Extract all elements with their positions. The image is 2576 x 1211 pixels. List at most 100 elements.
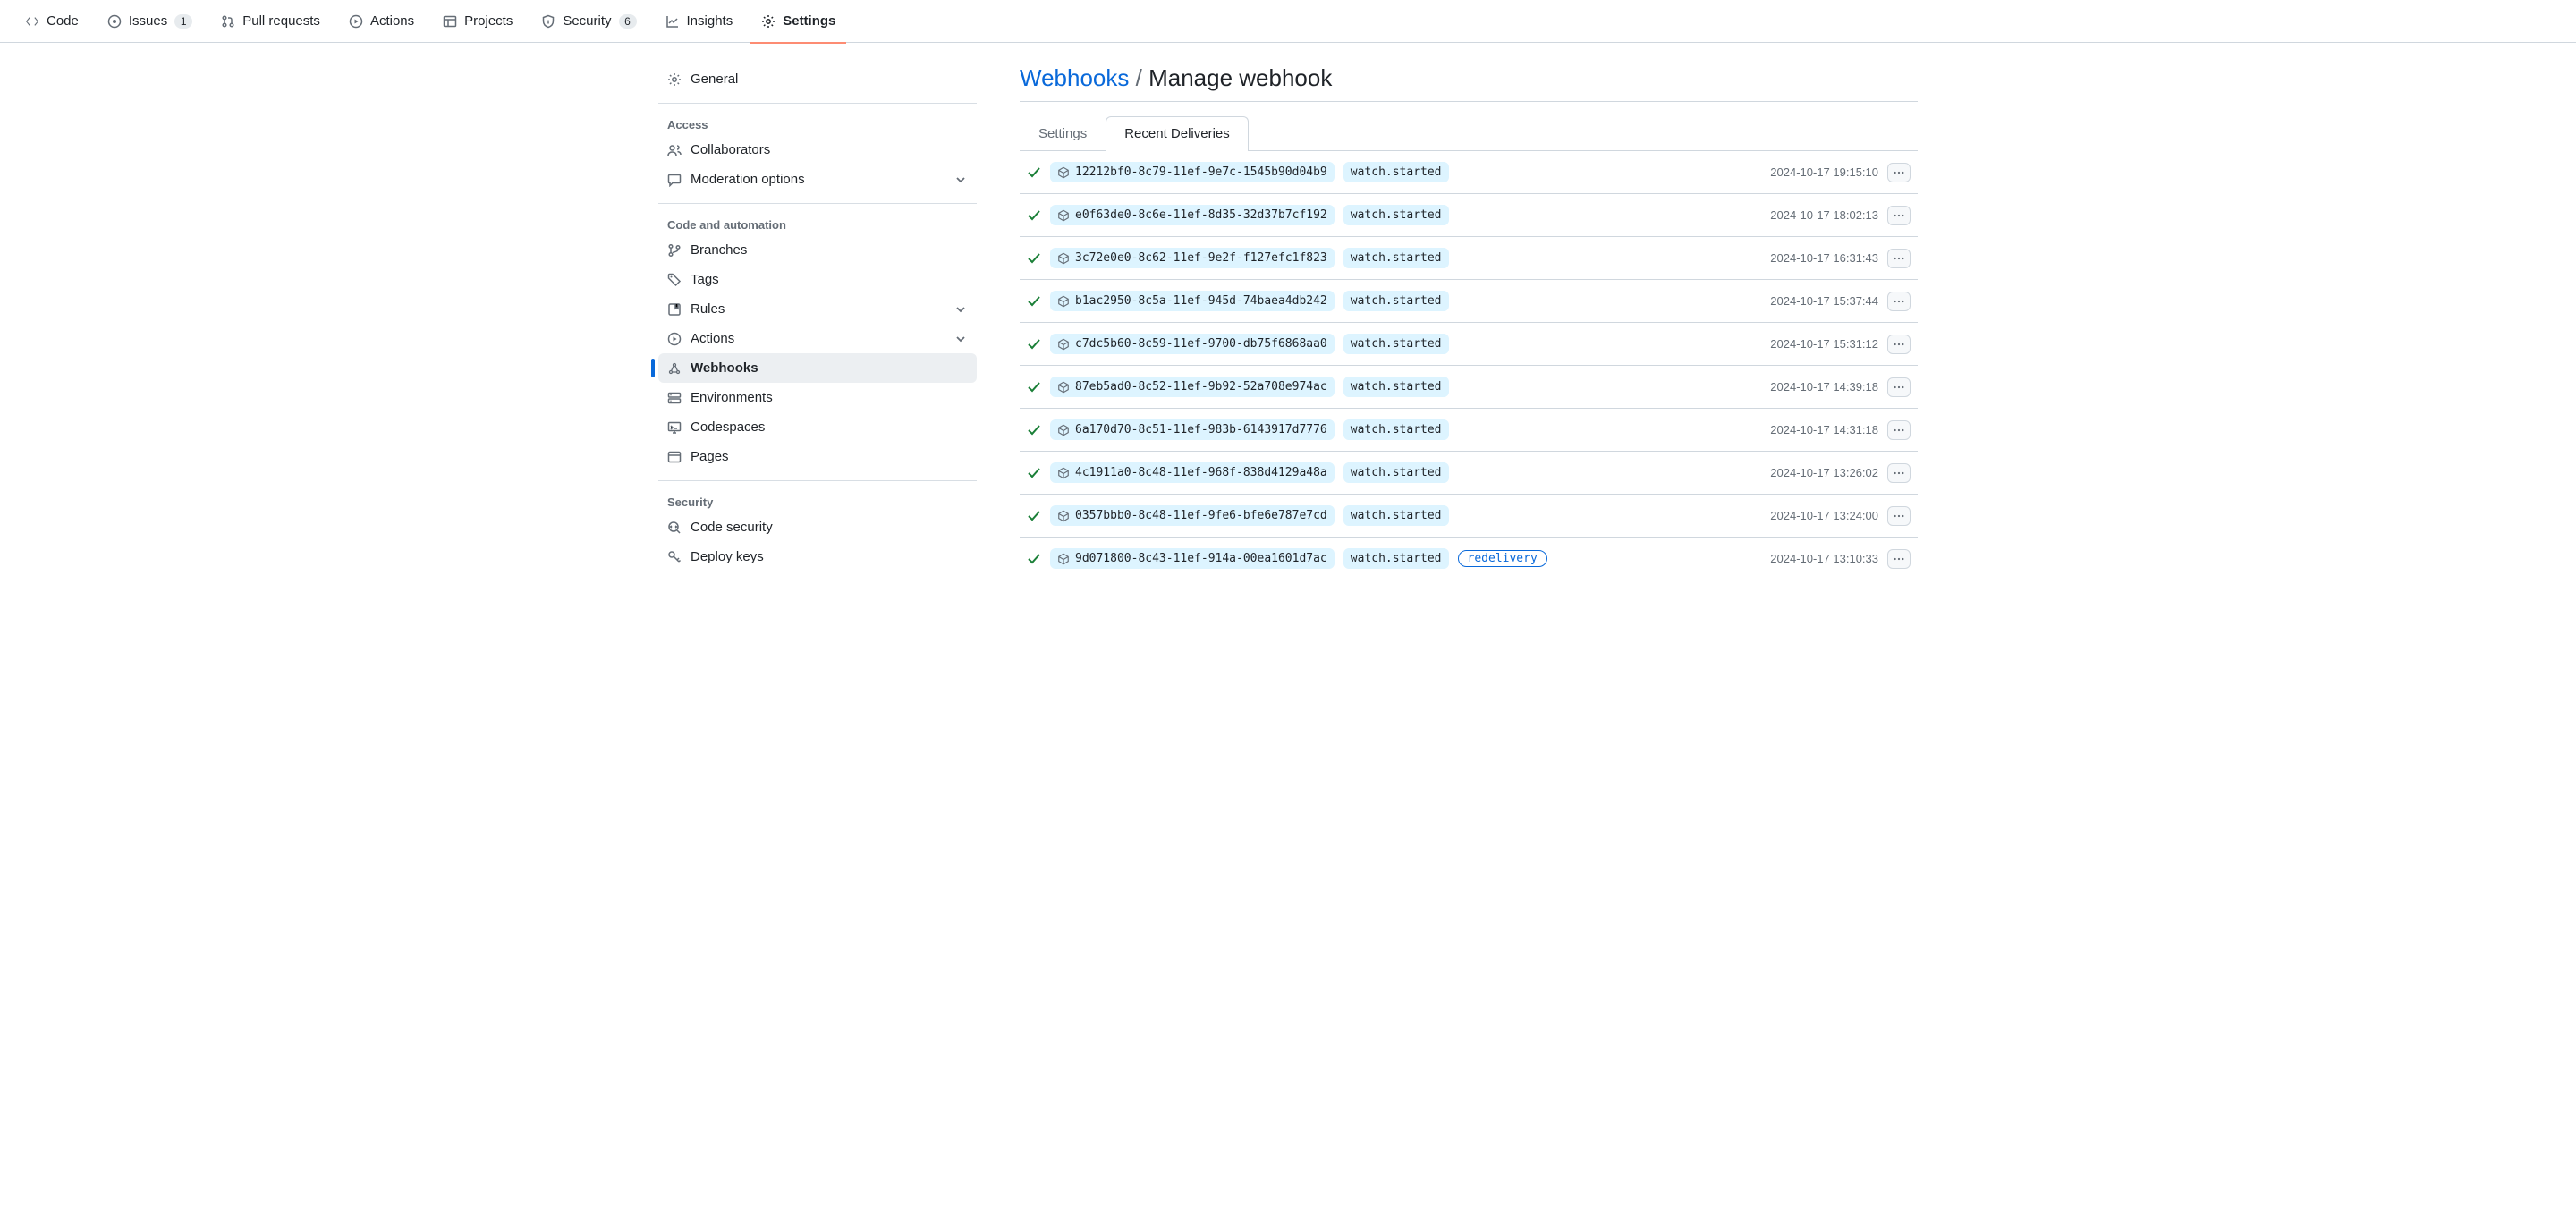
settings-sidebar: General Access Collaborators Moderation … [658, 64, 998, 580]
code-icon [25, 14, 39, 29]
breadcrumb: Webhooks / Manage webhook [1020, 64, 1918, 102]
sidebar-item-deploy-keys[interactable]: Deploy keys [658, 542, 977, 572]
delivery-row[interactable]: c7dc5b60-8c59-11ef-9700-db75f6868aa0watc… [1020, 323, 1918, 366]
delivery-actions-button[interactable] [1887, 206, 1911, 225]
check-icon [1027, 208, 1041, 223]
delivery-actions-button[interactable] [1887, 506, 1911, 526]
divider [658, 103, 977, 104]
sidebar-item-general[interactable]: General [658, 64, 977, 94]
delivery-event-chip: watch.started [1343, 377, 1449, 397]
codescan-icon [667, 521, 682, 535]
chevron-down-icon [953, 302, 968, 317]
tab-actions[interactable]: Actions [338, 6, 425, 36]
sidebar-item-label: Codespaces [691, 419, 765, 435]
sidebar-item-moderation[interactable]: Moderation options [658, 165, 977, 194]
delivery-row[interactable]: 9d071800-8c43-11ef-914a-00ea1601d7acwatc… [1020, 538, 1918, 580]
check-icon [1027, 509, 1041, 523]
delivery-timestamp: 2024-10-17 13:24:00 [1770, 509, 1878, 522]
check-icon [1027, 380, 1041, 394]
delivery-actions-button[interactable] [1887, 163, 1911, 182]
delivery-event-chip: watch.started [1343, 548, 1449, 569]
sidebar-item-pages[interactable]: Pages [658, 442, 977, 471]
tab-pull-requests[interactable]: Pull requests [210, 6, 331, 36]
tab-security[interactable]: Security 6 [530, 6, 647, 36]
delivery-actions-button[interactable] [1887, 377, 1911, 397]
delivery-id-chip: c7dc5b60-8c59-11ef-9700-db75f6868aa0 [1050, 334, 1335, 354]
tab-label: Projects [464, 13, 513, 29]
sidebar-item-branches[interactable]: Branches [658, 235, 977, 265]
delivery-actions-button[interactable] [1887, 463, 1911, 483]
sidebar-heading-security: Security [658, 488, 977, 512]
sidebar-item-label: Branches [691, 242, 747, 258]
graph-icon [665, 14, 680, 29]
delivery-row[interactable]: b1ac2950-8c5a-11ef-945d-74baea4db242watc… [1020, 280, 1918, 323]
sidebar-item-rules[interactable]: Rules [658, 294, 977, 324]
delivery-actions-button[interactable] [1887, 549, 1911, 569]
sidebar-item-codespaces[interactable]: Codespaces [658, 412, 977, 442]
tab-settings[interactable]: Settings [750, 6, 846, 36]
delivery-event-chip: watch.started [1343, 162, 1449, 182]
pull-request-icon [221, 14, 235, 29]
chevron-down-icon [953, 173, 968, 187]
check-icon [1027, 294, 1041, 309]
delivery-id-chip: 4c1911a0-8c48-11ef-968f-838d4129a48a [1050, 462, 1335, 483]
sidebar-item-label: Code security [691, 520, 773, 535]
tab-label: Pull requests [242, 13, 320, 29]
delivery-timestamp: 2024-10-17 14:39:18 [1770, 380, 1878, 394]
delivery-timestamp: 2024-10-17 13:26:02 [1770, 466, 1878, 479]
tab-insights[interactable]: Insights [655, 6, 744, 36]
sidebar-item-label: Moderation options [691, 172, 805, 187]
tab-issues[interactable]: Issues 1 [97, 6, 203, 36]
delivery-row[interactable]: 12212bf0-8c79-11ef-9e7c-1545b90d04b9watc… [1020, 151, 1918, 194]
gear-icon [761, 14, 775, 29]
sidebar-item-code-security[interactable]: Code security [658, 512, 977, 542]
delivery-event-chip: watch.started [1343, 462, 1449, 483]
tab-label: Insights [687, 13, 733, 29]
delivery-id-chip: 3c72e0e0-8c62-11ef-9e2f-f127efc1f823 [1050, 248, 1335, 268]
delivery-actions-button[interactable] [1887, 292, 1911, 311]
tab-webhook-settings[interactable]: Settings [1020, 116, 1106, 150]
kebab-icon [1893, 295, 1905, 308]
tab-code[interactable]: Code [14, 6, 89, 36]
delivery-timestamp: 2024-10-17 16:31:43 [1770, 251, 1878, 265]
sidebar-item-webhooks[interactable]: Webhooks [658, 353, 977, 383]
delivery-row[interactable]: 6a170d70-8c51-11ef-983b-6143917d7776watc… [1020, 409, 1918, 452]
sidebar-item-tags[interactable]: Tags [658, 265, 977, 294]
delivery-timestamp: 2024-10-17 15:37:44 [1770, 294, 1878, 308]
delivery-row[interactable]: 4c1911a0-8c48-11ef-968f-838d4129a48a watc… [1020, 452, 1918, 495]
kebab-icon [1893, 252, 1905, 265]
sidebar-item-collaborators[interactable]: Collaborators [658, 135, 977, 165]
sidebar-item-actions[interactable]: Actions [658, 324, 977, 353]
delivery-timestamp: 2024-10-17 13:10:33 [1770, 552, 1878, 565]
delivery-id-chip: 0357bbb0-8c48-11ef-9fe6-bfe6e787e7cd [1050, 505, 1335, 526]
play-icon [349, 14, 363, 29]
tab-recent-deliveries[interactable]: Recent Deliveries [1106, 116, 1249, 150]
sidebar-item-environments[interactable]: Environments [658, 383, 977, 412]
package-icon [1057, 381, 1070, 394]
page-title: Manage webhook [1148, 64, 1332, 91]
sidebar-item-label: Deploy keys [691, 549, 764, 564]
tab-label: Actions [370, 13, 414, 29]
delivery-row[interactable]: e0f63de0-8c6e-11ef-8d35-32d37b7cf192watc… [1020, 194, 1918, 237]
kebab-icon [1893, 424, 1905, 436]
comment-icon [667, 173, 682, 187]
delivery-timestamp: 2024-10-17 18:02:13 [1770, 208, 1878, 222]
delivery-id-chip: b1ac2950-8c5a-11ef-945d-74baea4db242 [1050, 291, 1335, 311]
check-icon [1027, 466, 1041, 480]
delivery-actions-button[interactable] [1887, 249, 1911, 268]
delivery-row[interactable]: 87eb5ad0-8c52-11ef-9b92-52a708e974acwatc… [1020, 366, 1918, 409]
sidebar-item-label: Tags [691, 272, 719, 287]
delivery-actions-button[interactable] [1887, 335, 1911, 354]
delivery-row[interactable]: 0357bbb0-8c48-11ef-9fe6-bfe6e787e7cd watc… [1020, 495, 1918, 538]
people-icon [667, 143, 682, 157]
delivery-event-chip: watch.started [1343, 248, 1449, 268]
tab-projects[interactable]: Projects [432, 6, 523, 36]
delivery-event-chip: watch.started [1343, 505, 1449, 526]
tab-label: Security [563, 13, 611, 29]
delivery-event-chip: watch.started [1343, 419, 1449, 440]
delivery-actions-button[interactable] [1887, 420, 1911, 440]
breadcrumb-separator: / [1136, 64, 1142, 91]
breadcrumb-link-webhooks[interactable]: Webhooks [1020, 64, 1129, 91]
check-icon [1027, 251, 1041, 266]
delivery-row[interactable]: 3c72e0e0-8c62-11ef-9e2f-f127efc1f823 watc… [1020, 237, 1918, 280]
